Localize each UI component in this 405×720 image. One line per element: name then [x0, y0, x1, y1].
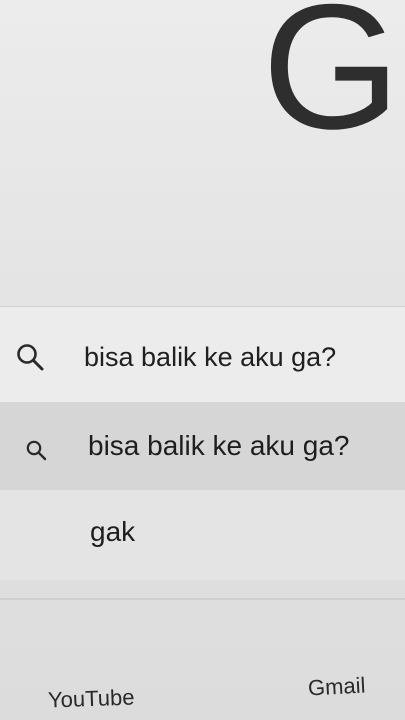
suggestion-text: bisa balik ke aku ga? [88, 430, 350, 461]
suggestion-item[interactable]: bisa balik ke aku ga? [0, 402, 405, 490]
suggestion-list: bisa balik ke aku ga? gak [0, 402, 405, 580]
google-logo: G [262, 0, 400, 166]
search-box[interactable] [0, 306, 405, 404]
search-input[interactable] [84, 339, 402, 375]
search-icon [24, 438, 48, 462]
footer-link-gmail[interactable]: Gmail [307, 673, 366, 702]
search-icon[interactable] [14, 341, 46, 373]
suggestion-text: gak [90, 516, 136, 547]
divider [0, 598, 405, 600]
footer-link-youtube[interactable]: YouTube [48, 684, 135, 713]
screen: G bisa balik ke aku ga? gak [0, 0, 405, 720]
suggestion-item[interactable]: gak [0, 490, 405, 580]
search-input-wrap [0, 307, 405, 405]
